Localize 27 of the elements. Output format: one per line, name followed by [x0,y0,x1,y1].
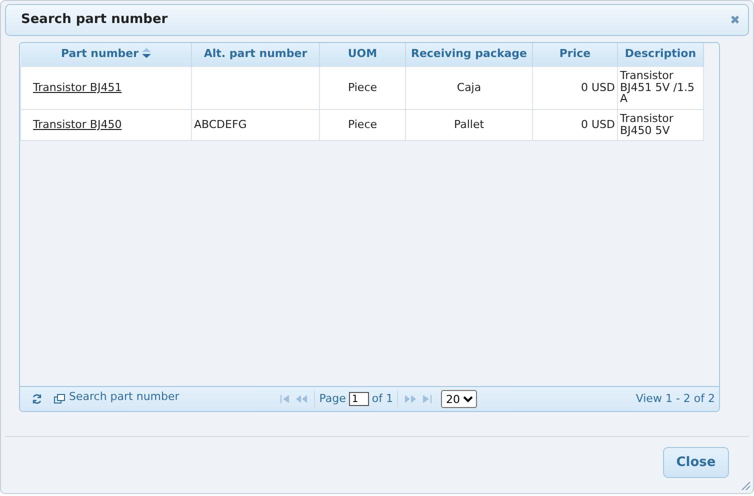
table-cell: Piece [348,80,378,94]
column-header[interactable]: Description [618,43,704,66]
table-cell: Piece [348,118,378,131]
table-cell: Caja [456,80,482,94]
page-count: of 1 [372,390,394,407]
table-cell: 0 USD [581,118,615,131]
column-header[interactable]: Receiving package [406,43,532,66]
table-cell: Transistor BJ451 5V /1.5 A [620,69,695,106]
column-header[interactable]: Price [532,43,618,66]
page-input[interactable]: 1 [348,392,369,406]
column-header[interactable]: Part number [20,43,192,66]
table-cell: 0 USD [581,80,615,94]
window-icon [54,394,65,404]
part-link[interactable]: Transistor BJ451 [23,80,122,94]
column-header[interactable]: Alt. part number [192,43,320,66]
pager-caption: Search part number [69,388,180,405]
page-label: Page [319,390,346,407]
resize-grip-icon[interactable] [741,481,751,491]
table-cell: ABCDEFG [194,118,247,131]
table-cell: Transistor BJ450 5V [620,112,674,136]
column-header[interactable]: UOM [320,43,406,66]
close-button[interactable]: ✖ [730,14,740,26]
record-count: View 1 - 2 of 2 [636,390,715,407]
dialog-title: Search part number [21,11,168,30]
page-size-select[interactable]: 20 [441,390,478,408]
table-cell: Pallet [454,118,484,131]
close-dialog-button[interactable]: Close [663,447,729,478]
